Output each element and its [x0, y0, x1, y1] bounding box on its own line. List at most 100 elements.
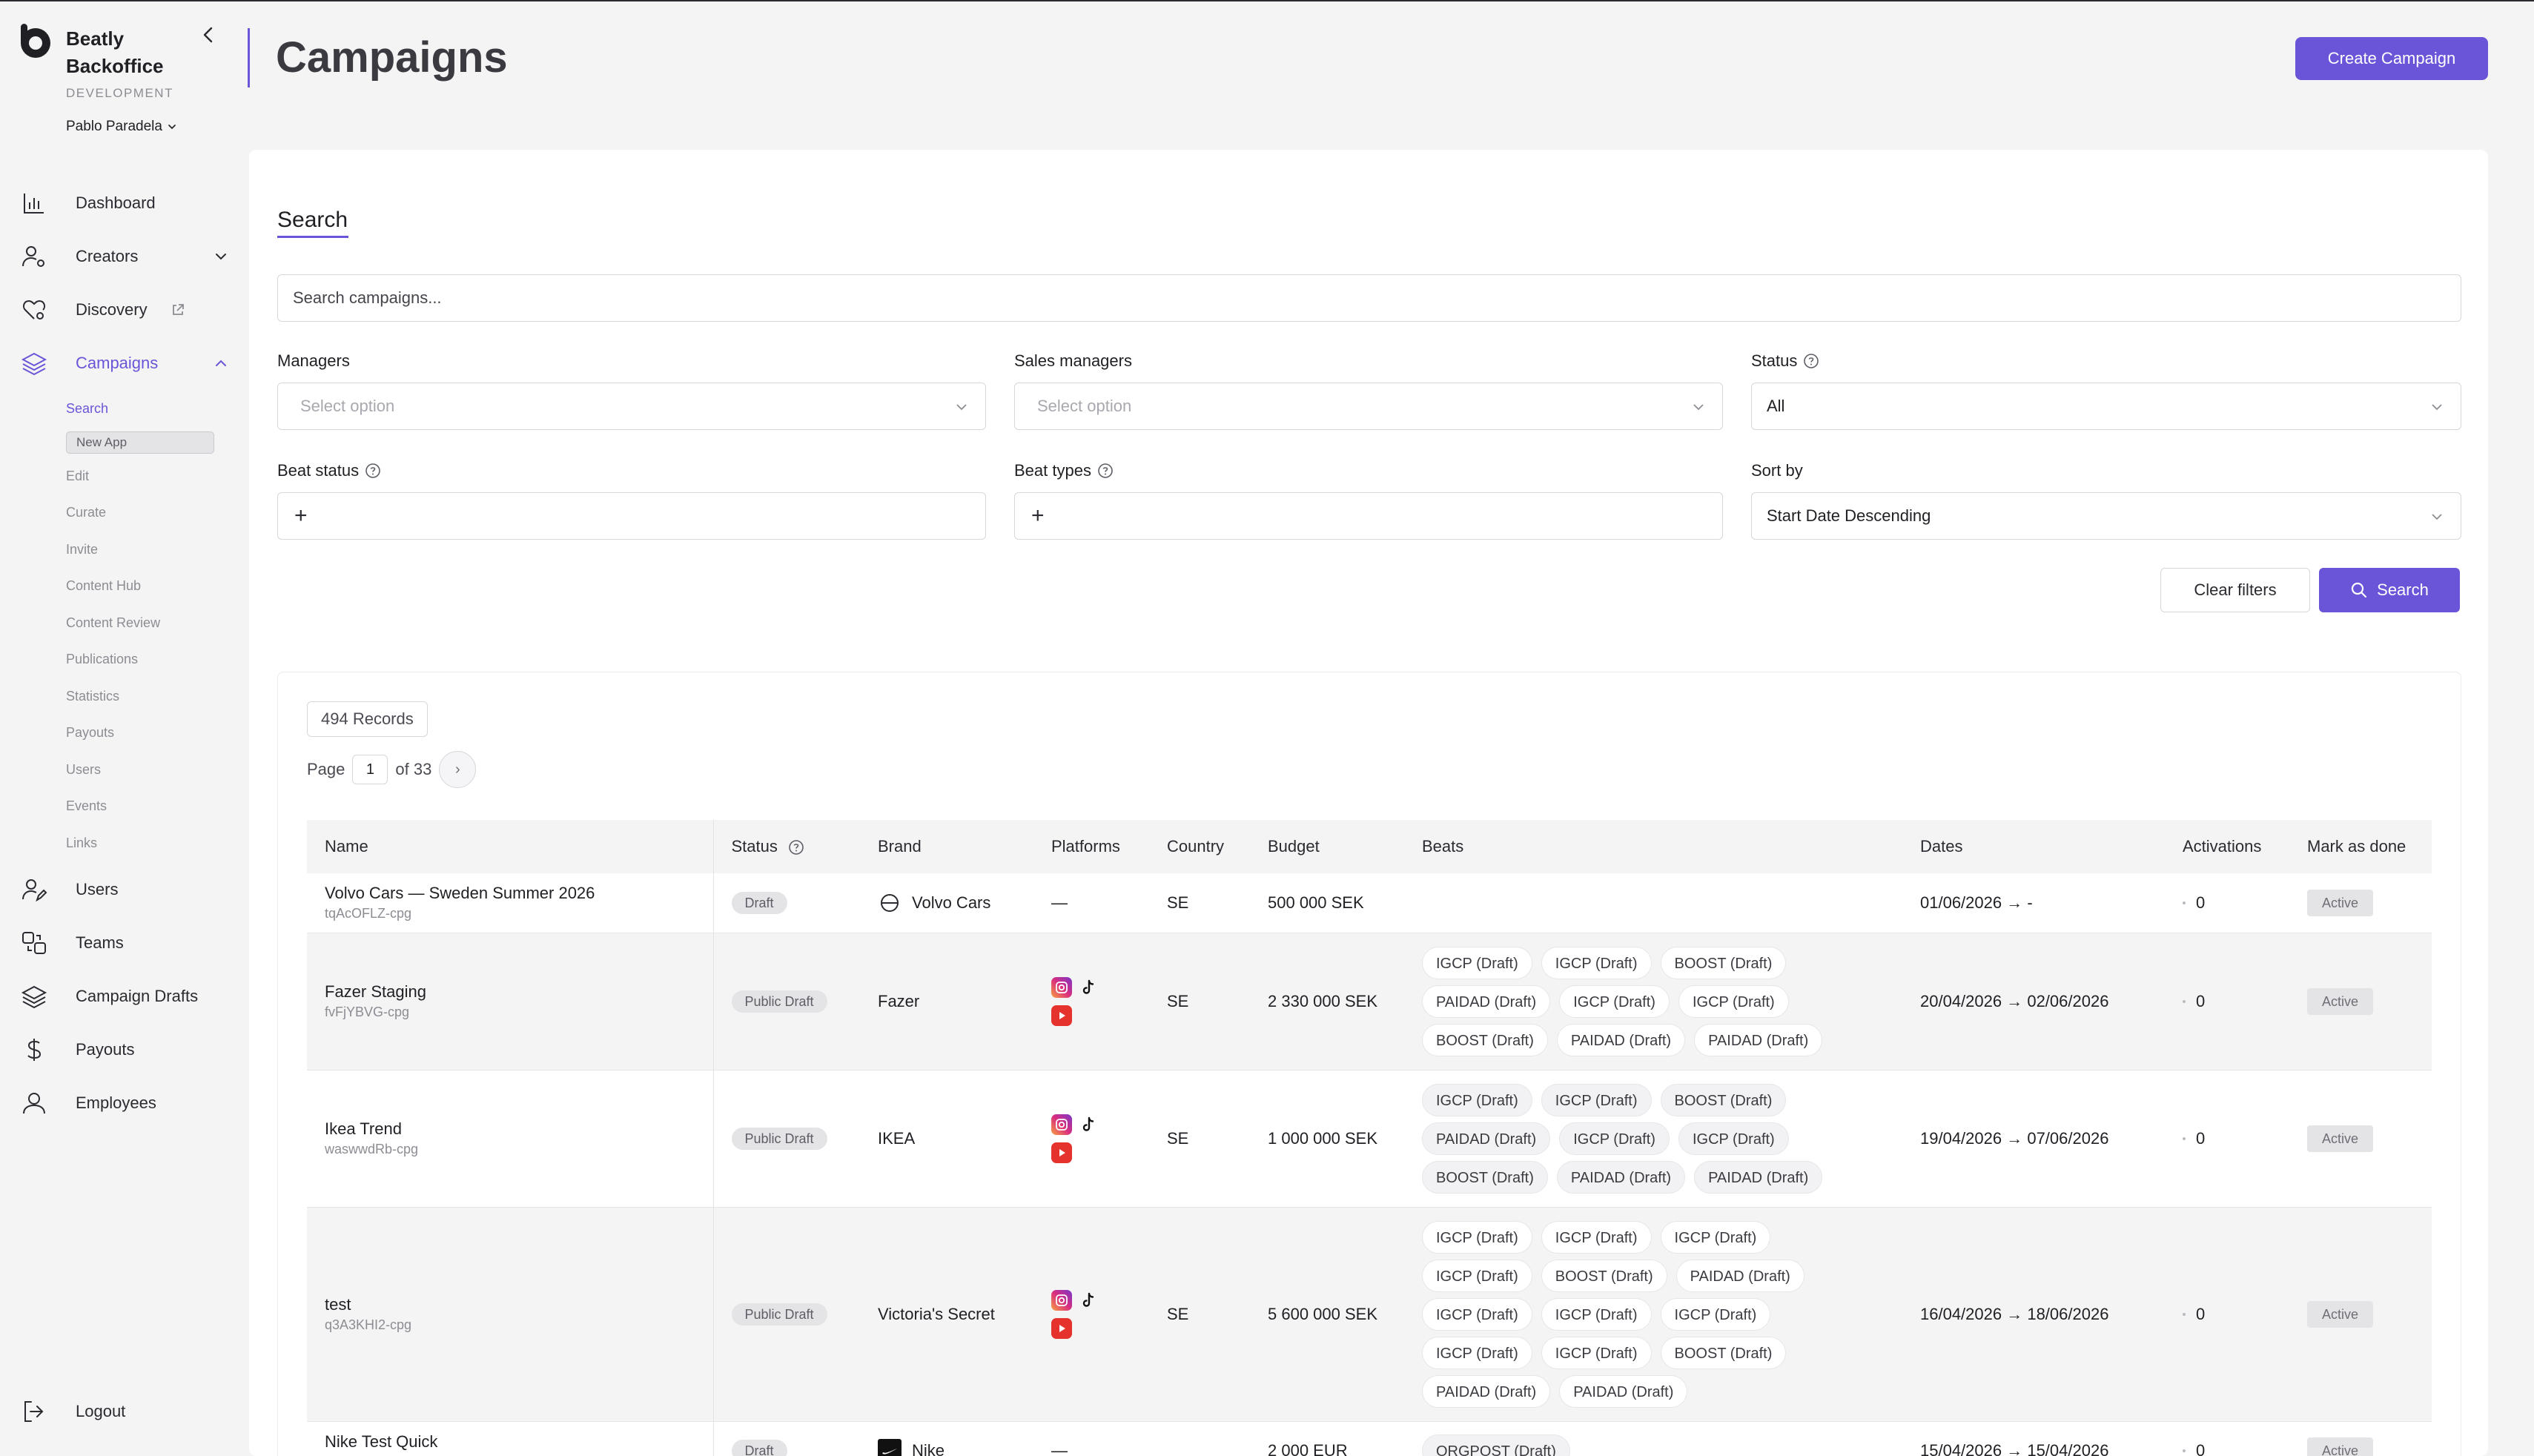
nav-campaigns[interactable]: Campaigns: [21, 347, 228, 380]
sales-managers-select[interactable]: Select option: [1014, 383, 1723, 430]
beat-chip[interactable]: BOOST (Draft): [1422, 1023, 1548, 1056]
status-select[interactable]: All: [1751, 383, 2461, 430]
managers-select[interactable]: Select option: [277, 383, 986, 430]
nav-dashboard[interactable]: Dashboard: [21, 187, 228, 219]
sub-nav-events[interactable]: Events: [66, 798, 107, 814]
user-menu[interactable]: Pablo Paradela: [66, 119, 177, 135]
beat-chip[interactable]: PAIDAD (Draft): [1675, 1259, 1804, 1292]
beat-chip[interactable]: PAIDAD (Draft): [1422, 1374, 1551, 1408]
sub-nav-users[interactable]: Users: [66, 762, 101, 778]
col-platforms[interactable]: Platforms: [1033, 820, 1149, 873]
table-row[interactable]: Volvo Cars — Sweden Summer 2026 tqAcOFLZ…: [307, 873, 2432, 933]
table-row[interactable]: Ikea Trend waswwdRb-cpg Public Draft IKE…: [307, 1070, 2432, 1208]
beat-chip[interactable]: IGCP (Draft): [1541, 1297, 1652, 1331]
nav-employees[interactable]: Employees: [21, 1087, 228, 1119]
sub-nav-new-app[interactable]: New App: [66, 431, 214, 454]
beat-chip[interactable]: PAIDAD (Draft): [1556, 1160, 1686, 1194]
mark-done-badge[interactable]: Active: [2307, 1437, 2374, 1456]
beat-chip[interactable]: IGCP (Draft): [1678, 1122, 1789, 1155]
beat-types-add[interactable]: +: [1014, 492, 1723, 540]
sort-by-select[interactable]: Start Date Descending: [1751, 492, 2461, 540]
campaign-name[interactable]: Ikea Trend: [325, 1119, 713, 1139]
beat-chip[interactable]: PAIDAD (Draft): [1694, 1023, 1823, 1056]
sub-nav-statistics[interactable]: Statistics: [66, 689, 119, 704]
beat-chip[interactable]: IGCP (Draft): [1541, 946, 1652, 979]
sub-nav-search[interactable]: Search: [66, 401, 108, 417]
collapse-sidebar-icon[interactable]: [197, 24, 219, 46]
beat-chip[interactable]: IGCP (Draft): [1541, 1336, 1652, 1369]
beat-chip[interactable]: PAIDAD (Draft): [1556, 1023, 1686, 1056]
nav-logout[interactable]: Logout: [21, 1395, 228, 1428]
search-button[interactable]: Search: [2319, 568, 2460, 612]
sub-nav-invite[interactable]: Invite: [66, 542, 98, 557]
mark-done-badge[interactable]: Active: [2307, 889, 2374, 916]
beat-chip[interactable]: BOOST (Draft): [1660, 946, 1787, 979]
beat-chip[interactable]: IGCP (Draft): [1678, 985, 1789, 1018]
beat-chip[interactable]: BOOST (Draft): [1660, 1336, 1787, 1369]
sub-nav-content-review[interactable]: Content Review: [66, 615, 160, 631]
col-country[interactable]: Country: [1149, 820, 1250, 873]
beat-chip[interactable]: PAIDAD (Draft): [1422, 1122, 1551, 1155]
sub-nav-payouts[interactable]: Payouts: [66, 725, 114, 741]
beat-chip[interactable]: IGCP (Draft): [1422, 1297, 1532, 1331]
sub-nav-content-hub[interactable]: Content Hub: [66, 578, 141, 594]
nav-teams[interactable]: Teams: [21, 927, 228, 959]
col-budget[interactable]: Budget: [1250, 820, 1404, 873]
campaign-name[interactable]: Nike Test Quick: [325, 1432, 713, 1452]
beat-chip[interactable]: PAIDAD (Draft): [1422, 985, 1551, 1018]
sub-nav-links[interactable]: Links: [66, 835, 97, 851]
mark-done-badge[interactable]: Active: [2307, 1125, 2374, 1152]
next-page-button[interactable]: ›: [439, 751, 477, 788]
table-row[interactable]: Fazer Staging fvFjYBVG-cpg Public Draft …: [307, 933, 2432, 1071]
table-row[interactable]: Nike Test Quick OgoltQTD-cpg Draft Nike …: [307, 1421, 2432, 1456]
col-beats[interactable]: Beats: [1404, 820, 1902, 873]
col-status[interactable]: Status: [713, 820, 860, 873]
beat-status-add[interactable]: +: [277, 492, 986, 540]
beat-chip[interactable]: BOOST (Draft): [1660, 1083, 1787, 1116]
nav-payouts[interactable]: Payouts: [21, 1033, 228, 1066]
col-mark-done[interactable]: Mark as done: [2289, 820, 2432, 873]
sub-nav-edit[interactable]: Edit: [66, 469, 89, 484]
col-name[interactable]: Name: [307, 820, 714, 873]
create-campaign-button[interactable]: Create Campaign: [2295, 37, 2488, 80]
sub-nav-publications[interactable]: Publications: [66, 652, 138, 667]
nav-discovery[interactable]: Discovery: [21, 294, 228, 326]
beat-chip[interactable]: BOOST (Draft): [1422, 1160, 1548, 1194]
help-circle-icon[interactable]: [365, 463, 381, 479]
beat-chip[interactable]: BOOST (Draft): [1541, 1259, 1667, 1292]
beat-chip[interactable]: IGCP (Draft): [1422, 1083, 1532, 1116]
sub-nav-curate[interactable]: Curate: [66, 505, 106, 520]
nav-creators[interactable]: Creators: [21, 240, 228, 273]
beat-chip[interactable]: IGCP (Draft): [1422, 946, 1532, 979]
beat-chip[interactable]: IGCP (Draft): [1422, 1220, 1532, 1254]
campaign-name[interactable]: Volvo Cars — Sweden Summer 2026: [325, 884, 713, 903]
beat-chip[interactable]: IGCP (Draft): [1660, 1297, 1771, 1331]
campaign-name[interactable]: test: [325, 1295, 713, 1314]
help-circle-icon[interactable]: [1097, 463, 1114, 479]
beat-chip[interactable]: PAIDAD (Draft): [1694, 1160, 1823, 1194]
beat-chip[interactable]: IGCP (Draft): [1559, 1122, 1670, 1155]
table-row[interactable]: test q3A3KHI2-cpg Public Draft Victoria'…: [307, 1207, 2432, 1422]
col-brand[interactable]: Brand: [860, 820, 1033, 873]
help-circle-icon[interactable]: [1803, 353, 1819, 369]
page-number-input[interactable]: 1: [352, 755, 388, 784]
beat-chip[interactable]: PAIDAD (Draft): [1559, 1374, 1688, 1408]
clear-filters-button[interactable]: Clear filters: [2160, 568, 2310, 612]
beat-chip[interactable]: IGCP (Draft): [1422, 1259, 1532, 1292]
tab-search[interactable]: Search: [277, 208, 348, 233]
beat-chip[interactable]: IGCP (Draft): [1422, 1336, 1532, 1369]
search-input[interactable]: [277, 274, 2461, 322]
beat-chip[interactable]: IGCP (Draft): [1559, 985, 1670, 1018]
mark-done-badge[interactable]: Active: [2307, 987, 2374, 1015]
beat-chip[interactable]: IGCP (Draft): [1541, 1083, 1652, 1116]
col-activations[interactable]: Activations: [2165, 820, 2289, 873]
col-dates[interactable]: Dates: [1902, 820, 2165, 873]
help-circle-icon[interactable]: [788, 839, 804, 856]
mark-done-badge[interactable]: Active: [2307, 1300, 2374, 1328]
campaign-name[interactable]: Fazer Staging: [325, 982, 713, 1002]
nav-users[interactable]: Users: [21, 873, 228, 906]
beat-chip[interactable]: IGCP (Draft): [1541, 1220, 1652, 1254]
beat-chip[interactable]: IGCP (Draft): [1660, 1220, 1771, 1254]
beat-chip[interactable]: ORGPOST (Draft): [1422, 1435, 1570, 1456]
nav-campaign-drafts[interactable]: Campaign Drafts: [21, 980, 228, 1013]
